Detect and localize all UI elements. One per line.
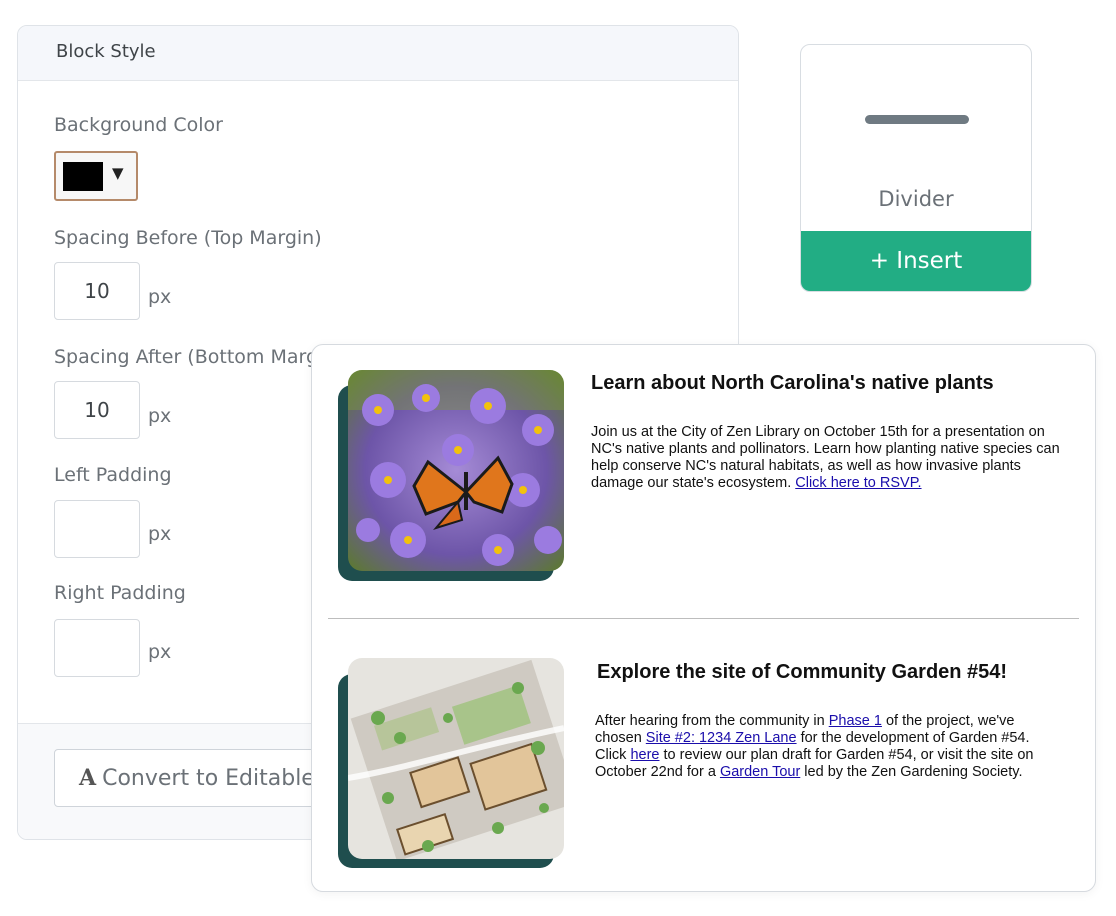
article2-body: After hearing from the community in Phas… — [595, 713, 1034, 780]
convert-label: Convert to Editable — [102, 766, 315, 791]
spacing-before-unit: px — [148, 286, 172, 308]
garden-plan-image — [348, 658, 564, 859]
article1-body: Join us at the City of Zen Library on Oc… — [591, 424, 1060, 491]
right-padding-label: Right Padding — [54, 582, 186, 604]
spacing-before-label: Spacing Before (Top Margin) — [54, 227, 322, 249]
here-link[interactable]: here — [630, 747, 659, 763]
phase-1-link[interactable]: Phase 1 — [829, 713, 882, 729]
butterfly-image — [348, 370, 564, 571]
spacing-after-label: Spacing After (Bottom Margin) — [54, 346, 343, 368]
divider-label: Divider — [878, 187, 954, 211]
left-padding-label: Left Padding — [54, 464, 172, 486]
convert-to-editable-button[interactable]: A Convert to Editable — [54, 749, 354, 807]
panel-title: Block Style — [18, 26, 738, 81]
garden-tour-link[interactable]: Garden Tour — [720, 764, 800, 780]
spacing-after-input[interactable]: 10 — [54, 381, 140, 439]
spacing-before-input[interactable]: 10 — [54, 262, 140, 320]
background-color-label: Background Color — [54, 114, 223, 136]
divider-block-card[interactable]: Divider + Insert — [800, 44, 1032, 292]
left-padding-unit: px — [148, 523, 172, 545]
right-padding-input[interactable] — [54, 619, 140, 677]
article2-title: Explore the site of Community Garden #54… — [597, 661, 1008, 683]
divider-icon — [865, 115, 969, 124]
color-swatch — [63, 162, 103, 191]
spacing-after-unit: px — [148, 405, 172, 427]
text-a-icon: A — [79, 765, 97, 791]
chevron-down-icon: ▼ — [112, 164, 124, 182]
background-color-picker[interactable]: ▼ — [54, 151, 138, 201]
site-2-link[interactable]: Site #2: 1234 Zen Lane — [646, 730, 797, 746]
left-padding-input[interactable] — [54, 500, 140, 558]
insert-button[interactable]: + Insert — [801, 231, 1031, 291]
article-separator — [328, 618, 1079, 619]
article1-title: Learn about North Carolina's native plan… — [591, 372, 994, 394]
rsvp-link[interactable]: Click here to RSVP. — [795, 475, 921, 491]
email-preview: Learn about North Carolina's native plan… — [311, 344, 1096, 892]
right-padding-unit: px — [148, 641, 172, 663]
